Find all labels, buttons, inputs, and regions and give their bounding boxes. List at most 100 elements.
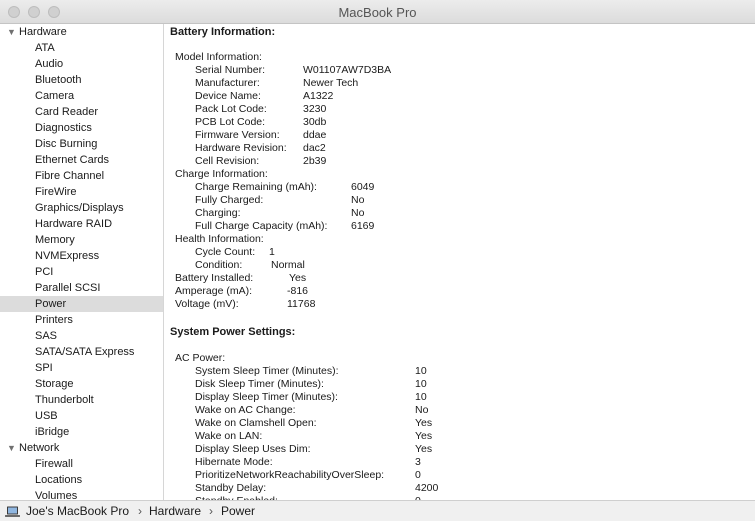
sidebar-item[interactable]: Storage <box>0 376 163 392</box>
path-power[interactable]: Power <box>221 501 255 522</box>
property-value: 2b39 <box>303 155 327 167</box>
path-separator: › <box>209 504 213 518</box>
property-row: Wake on LAN: Yes <box>164 430 749 443</box>
sidebar-item-label: Camera <box>35 90 75 102</box>
sidebar-category[interactable]: ▼ Network <box>0 440 163 456</box>
property-row: Manufacturer: Newer Tech <box>164 77 749 90</box>
sidebar-item[interactable]: Diagnostics <box>0 120 163 136</box>
sidebar-item-label: Audio <box>35 58 64 70</box>
sidebar-item[interactable]: Camera <box>0 88 163 104</box>
property-key: PCB Lot Code: <box>195 116 266 128</box>
sidebar-item-label: SAS <box>35 330 58 342</box>
sidebar-item-label: SPI <box>35 362 53 374</box>
property-row: Cycle Count: 1 <box>164 246 749 259</box>
sidebar-item[interactable]: SATA/SATA Express <box>0 344 163 360</box>
sidebar-item[interactable]: Graphics/Displays <box>0 200 163 216</box>
sidebar-item[interactable]: USB <box>0 408 163 424</box>
property-value: ddae <box>303 129 327 141</box>
property-key: Amperage (mA): <box>175 285 253 297</box>
disclosure-triangle-icon[interactable]: ▼ <box>7 440 16 456</box>
property-row: Charging: No <box>164 207 749 220</box>
property-key: Standby Delay: <box>195 482 267 494</box>
property-key: Health Information: <box>175 233 264 245</box>
sidebar-item-label: ATA <box>35 42 55 54</box>
sidebar-item-label: Power <box>35 298 67 310</box>
laptop-icon <box>5 506 20 517</box>
sidebar-item[interactable]: Printers <box>0 312 163 328</box>
sidebar-item[interactable]: FireWire <box>0 184 163 200</box>
sidebar-item-label: NVMExpress <box>35 250 100 262</box>
property-key: Display Sleep Timer (Minutes): <box>195 391 338 403</box>
sidebar-item[interactable]: Fibre Channel <box>0 168 163 184</box>
sidebar-item-label: Hardware RAID <box>35 218 113 230</box>
sidebar-item[interactable]: Power <box>0 296 163 312</box>
property-key: Manufacturer: <box>195 77 260 89</box>
sidebar-item[interactable]: Card Reader <box>0 104 163 120</box>
property-key: Wake on LAN: <box>195 430 263 442</box>
property-row: Wake on Clamshell Open: Yes <box>164 417 749 430</box>
property-row: Battery Installed: Yes <box>164 272 749 285</box>
property-value: W01107AW7D3BA <box>303 64 392 76</box>
sidebar-item-label: Locations <box>35 474 83 486</box>
property-key: Condition: <box>195 259 243 271</box>
sidebar-item[interactable]: Audio <box>0 56 163 72</box>
property-value: 10 <box>415 365 427 377</box>
sidebar-item[interactable]: Locations <box>0 472 163 488</box>
property-value: 10 <box>415 378 427 390</box>
property-key: Hibernate Mode: <box>195 456 273 468</box>
disclosure-triangle-icon[interactable]: ▼ <box>7 24 16 40</box>
property-key: Charge Remaining (mAh): <box>195 181 317 193</box>
property-value: 6169 <box>351 220 375 232</box>
property-value: No <box>351 194 365 206</box>
property-value: Yes <box>415 443 433 455</box>
property-value: 3230 <box>303 103 327 115</box>
sidebar-item[interactable]: SPI <box>0 360 163 376</box>
sidebar-item[interactable]: ATA <box>0 40 163 56</box>
property-row: Charge Information: <box>164 168 749 181</box>
sidebar-item[interactable]: PCI <box>0 264 163 280</box>
property-row: Model Information: <box>164 51 749 64</box>
sidebar-item[interactable]: Parallel SCSI <box>0 280 163 296</box>
property-key: Device Name: <box>195 90 261 102</box>
property-key: Pack Lot Code: <box>195 103 267 115</box>
sidebar-item-label: Storage <box>35 378 74 390</box>
sidebar-item-label: Disc Burning <box>35 138 98 150</box>
sidebar-item[interactable]: Volumes <box>0 488 163 500</box>
property-key: Disk Sleep Timer (Minutes): <box>195 378 324 390</box>
sidebar-category-label: Hardware <box>19 26 67 38</box>
property-row: System Sleep Timer (Minutes): 10 <box>164 365 749 378</box>
property-row: Fully Charged: No <box>164 194 749 207</box>
sidebar-item[interactable]: NVMExpress <box>0 248 163 264</box>
sidebar-item[interactable]: Hardware RAID <box>0 216 163 232</box>
detail-pane[interactable]: Battery Information: Model Information: S… <box>164 24 755 500</box>
property-row: Condition: Normal <box>164 259 749 272</box>
title-bar: MacBook Pro <box>0 0 755 24</box>
property-key: Display Sleep Uses Dim: <box>195 443 311 455</box>
sidebar-item[interactable]: Firewall <box>0 456 163 472</box>
sidebar-item[interactable]: Bluetooth <box>0 72 163 88</box>
path-hardware[interactable]: Hardware <box>149 501 201 522</box>
property-key: Cycle Count: <box>195 246 256 258</box>
sidebar-item-label: Printers <box>35 314 73 326</box>
sidebar-item[interactable]: SAS <box>0 328 163 344</box>
property-key: Voltage (mV): <box>175 298 239 310</box>
property-row: AC Power: <box>164 352 749 365</box>
property-value: 3 <box>415 456 421 468</box>
property-row: Disk Sleep Timer (Minutes): 10 <box>164 378 749 391</box>
sidebar-item[interactable]: Ethernet Cards <box>0 152 163 168</box>
property-value: 11768 <box>287 298 316 310</box>
sidebar-item[interactable]: Disc Burning <box>0 136 163 152</box>
window-title: MacBook Pro <box>338 5 417 20</box>
sidebar-item[interactable]: iBridge <box>0 424 163 440</box>
property-row: Display Sleep Uses Dim: Yes <box>164 443 749 456</box>
sidebar-item[interactable]: Memory <box>0 232 163 248</box>
property-value: Newer Tech <box>303 77 359 89</box>
property-key: Model Information: <box>175 51 262 63</box>
property-row: Firmware Version: ddae <box>164 129 749 142</box>
sidebar-item[interactable]: Thunderbolt <box>0 392 163 408</box>
property-value: 0 <box>415 469 421 481</box>
sidebar[interactable]: ▼ Hardware ATA Audio Bluetooth Camera Card Rea… <box>0 24 164 500</box>
path-computer-name[interactable]: Joe's MacBook Pro <box>26 501 129 522</box>
sidebar-category[interactable]: ▼ Hardware <box>0 24 163 40</box>
property-row: Cell Revision: 2b39 <box>164 155 749 168</box>
